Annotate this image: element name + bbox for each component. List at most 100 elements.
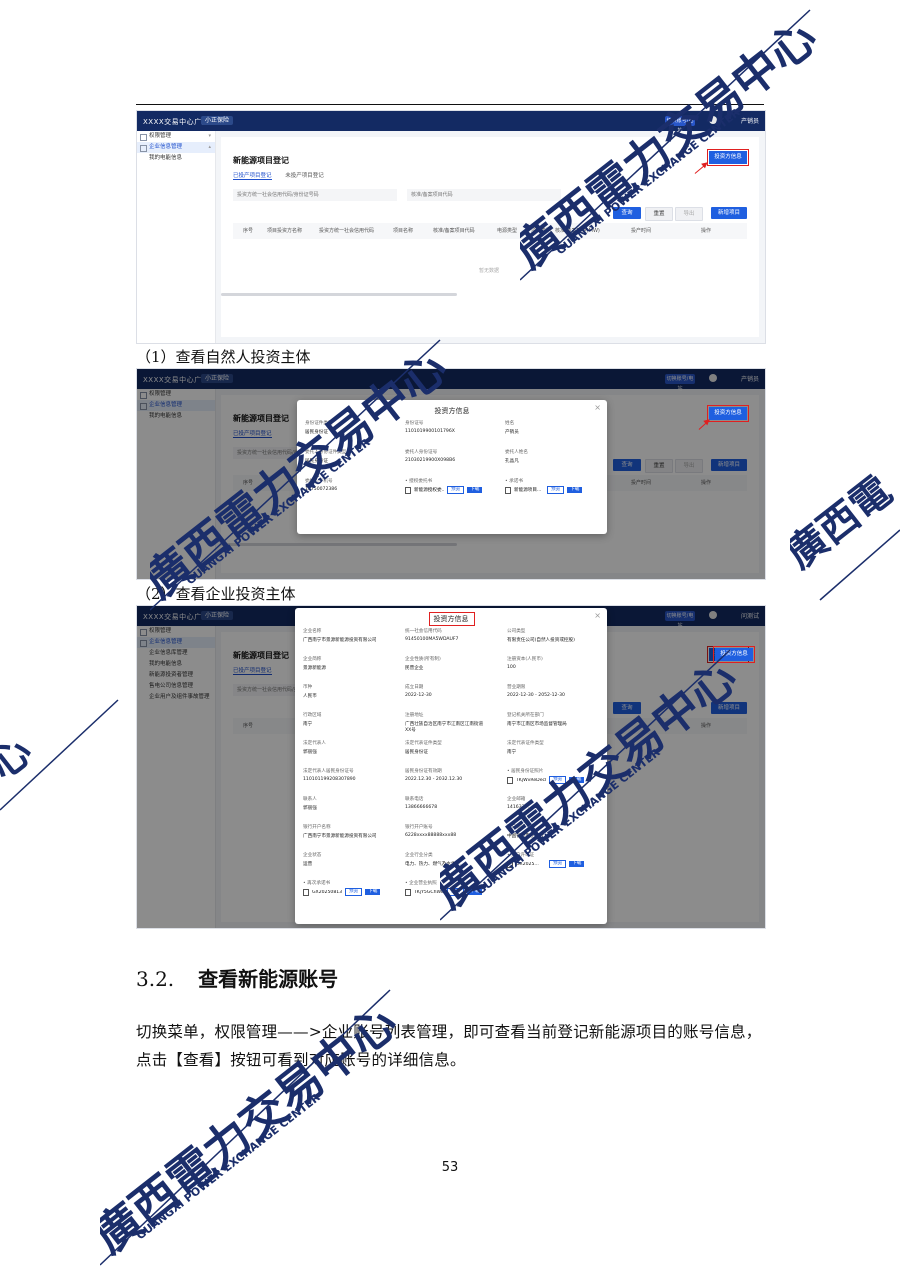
- preview-button[interactable]: 预览: [549, 860, 567, 868]
- field-label: 委托人身份证号: [405, 450, 438, 455]
- info-field: 行政区域 南宁: [303, 712, 387, 727]
- file-name: TKjWvReDecM...: [516, 777, 546, 783]
- field-value: 2022.12.30 - 2032.12.30: [405, 777, 463, 782]
- info-field: • 企业营业执照 TKjY5GChWup...预览下载: [405, 880, 489, 896]
- filter-code-input[interactable]: 核准/备案项目代码: [407, 189, 561, 201]
- field-label: 身份证号: [405, 421, 424, 426]
- field-label: • 开户许可证: [507, 853, 535, 858]
- col-power-type: 电源类型: [497, 228, 518, 234]
- field-value: 1416337...: [507, 805, 532, 810]
- file-icon: [405, 888, 411, 896]
- field-value: 6228xxxx88888xxx88: [405, 833, 457, 838]
- sidebar: 权限管理 ▾ 企业信息管理 ▴ 我的电能信息: [137, 131, 216, 343]
- tab-uncommissioned[interactable]: 未投产项目登记: [285, 173, 324, 179]
- info-field: 银行开户账号 6228xxxx88888xxx88: [405, 824, 489, 838]
- modal-title: 投资方信息: [434, 407, 470, 415]
- field-value: 民营企业: [405, 666, 424, 671]
- field-label: 法定代表人居民身份证号: [303, 769, 354, 774]
- caption-natural: （1）查看自然人投资主体: [136, 348, 311, 366]
- field-label: 行政区域: [303, 713, 322, 718]
- info-field: • 授权委托书新能源授权委... 预览 下载: [405, 478, 489, 494]
- download-button[interactable]: 下载: [467, 889, 483, 895]
- info-field: 统一社会信用代码 91450100MA5WDAUF7: [405, 628, 489, 642]
- field-value: 居民身份证: [305, 430, 328, 435]
- export-button[interactable]: 导出: [675, 207, 703, 221]
- info-field: 法定代表人居民身份证号 110101199208307890: [303, 768, 387, 782]
- info-field: 委托人身份证件类型 居民身份证: [305, 449, 389, 464]
- info-field: 注册地址 广西壮族自治区南宁市江南区江南街道XX号: [405, 712, 489, 733]
- field-value: 南宁: [303, 722, 313, 727]
- preview-button[interactable]: 预览: [547, 486, 565, 494]
- download-button[interactable]: 下载: [567, 487, 583, 493]
- close-icon[interactable]: ×: [594, 611, 601, 620]
- chevron-down-icon: ▾: [208, 133, 211, 139]
- seal-graphic: 廣西電: [790, 467, 900, 601]
- info-field: 身份证号 1101019900101796X: [405, 420, 489, 434]
- info-field: 企业状态 运营: [303, 852, 387, 867]
- field-label: 委托人姓名: [505, 450, 528, 455]
- col-index: 序号: [243, 228, 254, 234]
- bell-icon[interactable]: [709, 116, 717, 124]
- page-number: 53: [441, 1160, 459, 1175]
- query-button[interactable]: 查询: [613, 207, 641, 219]
- field-label: 币种: [303, 685, 313, 690]
- preview-button[interactable]: 预览: [447, 888, 465, 896]
- sidebar-item-my-energy[interactable]: 我的电能信息: [137, 153, 215, 164]
- sidebar-item-permissions[interactable]: 权限管理 ▾: [137, 131, 215, 142]
- field-label: 法定代表证件类型: [405, 741, 442, 746]
- preview-button[interactable]: 预览: [447, 486, 465, 494]
- attachment-row: GX2025081313...预览下载: [303, 888, 387, 896]
- file-name: GX2025081313...: [312, 889, 342, 895]
- field-label: 成立日期: [405, 685, 424, 690]
- field-label: 企业邮箱: [507, 797, 526, 802]
- field-value: 居民身份证: [405, 750, 428, 755]
- field-value: 100: [507, 665, 516, 670]
- preview-button[interactable]: 预览: [549, 776, 567, 784]
- scrollbar[interactable]: [221, 293, 457, 296]
- info-field: 联系人 郭丽强: [303, 796, 387, 811]
- reset-button[interactable]: 重置: [645, 207, 673, 221]
- preview-button[interactable]: 预览: [345, 888, 363, 896]
- attachment-row: 新能源授权委... 预览 下载: [405, 486, 489, 494]
- modal-title: 投资方信息: [433, 615, 469, 623]
- switch-account-button[interactable]: 切换账号/电站: [665, 116, 695, 134]
- download-button[interactable]: 下载: [365, 889, 381, 895]
- field-value: 91450100MA5WDAUF7: [405, 637, 459, 642]
- tab-commissioned[interactable]: 已投产项目登记: [233, 173, 272, 180]
- info-field: 企业行业分类 电力、热力、燃气及水生产...: [405, 852, 489, 867]
- field-value: 景源新能源: [303, 666, 326, 671]
- add-project-button[interactable]: 新增项目: [711, 207, 747, 219]
- field-value: 南宁市江南区市场监督管理局: [507, 722, 567, 727]
- field-value: 广西壮族自治区南宁市江南区江南街道XX号: [405, 722, 484, 733]
- field-label: 委托人身份证件类型: [305, 450, 347, 455]
- info-field: 法定代表人 郭丽强: [303, 740, 387, 755]
- filter-id-input[interactable]: 投资方统一社会信用代码/身份证号码: [233, 189, 397, 201]
- info-field: • 承诺书 新能源项目... 预览 下载: [505, 478, 589, 494]
- download-button[interactable]: 下载: [569, 777, 585, 783]
- header-rule: [136, 104, 764, 105]
- download-button[interactable]: 下载: [569, 861, 585, 867]
- investor-info-button[interactable]: 投资方信息: [707, 149, 749, 166]
- info-field: 营业期限 2022-12-30 - 2052-12-30: [507, 684, 591, 698]
- field-label: 银行开户名称: [303, 825, 331, 830]
- close-icon[interactable]: ×: [594, 403, 601, 412]
- field-value: 郭丽强: [303, 750, 317, 755]
- info-field: 开户银行 中国银行南宁支行: [507, 824, 591, 839]
- user-name[interactable]: 产销员: [741, 116, 759, 125]
- download-button[interactable]: 下载: [467, 487, 483, 493]
- file-icon: [303, 888, 309, 896]
- field-label: • 承诺书: [505, 479, 523, 484]
- info-field: 企业名称 广西南宁市景源新能源投资有限公司: [303, 628, 387, 643]
- info-field: 居民身份证有效期 2022.12.30 - 2032.12.30: [405, 768, 489, 782]
- field-label: 企业简称: [303, 657, 322, 662]
- field-value: 广西南宁市景源新能源投资有限公司: [303, 834, 377, 839]
- investor-info-button-highlight[interactable]: 投资方信息: [707, 405, 749, 422]
- screenshot-project-list: XXXX交易中心广西 小正保险 切换账号/电站 产销员 权限管理 ▾ 企业信息管理…: [136, 110, 766, 344]
- investor-info-button-highlight[interactable]: 投资方信息: [713, 646, 755, 663]
- field-label: 委托人手机号: [305, 479, 333, 484]
- info-field: • 居民身份证照片 TKjWvReDecM...预览下载: [507, 768, 591, 784]
- sidebar-item-enterprise[interactable]: 企业信息管理 ▴: [137, 142, 215, 153]
- field-label: • 授权委托书: [405, 479, 433, 484]
- seal-watermark-right-edge: 廣西電: [790, 460, 900, 610]
- field-label: 法定代表人: [303, 741, 326, 746]
